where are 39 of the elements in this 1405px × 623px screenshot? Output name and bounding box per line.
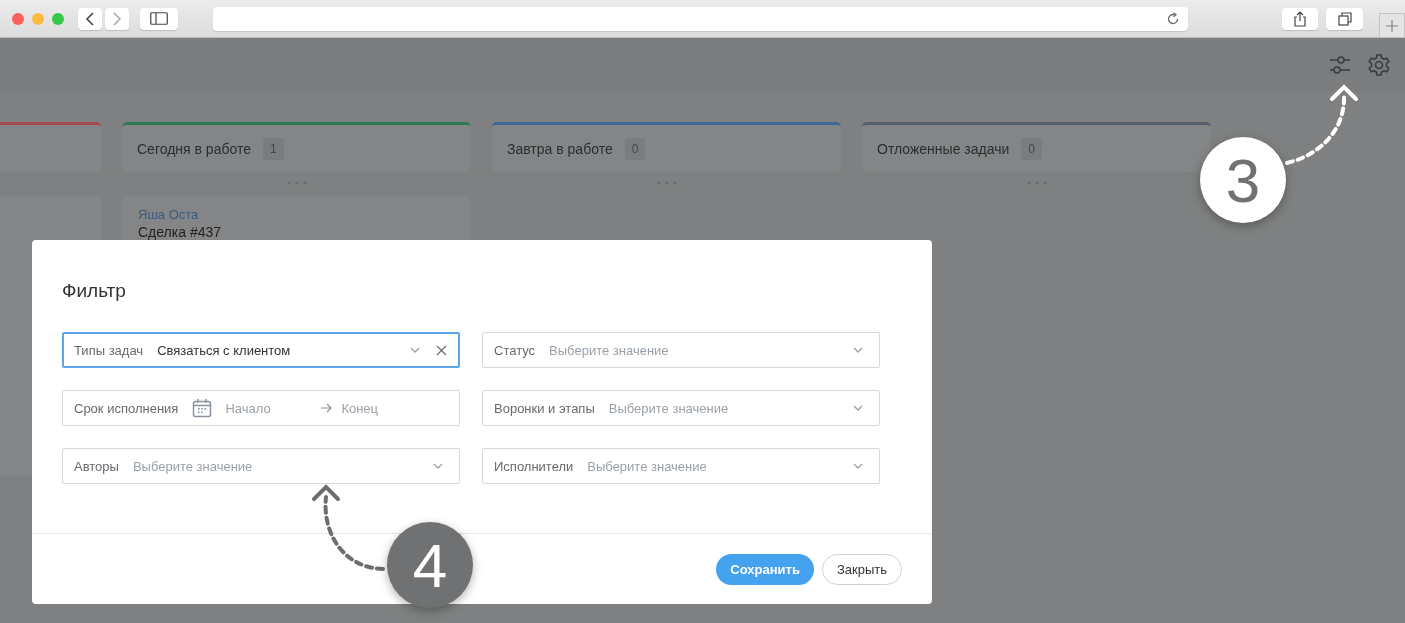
chevron-right-icon	[112, 11, 122, 26]
settings-icon[interactable]	[1367, 53, 1391, 77]
share-button[interactable]	[1281, 7, 1319, 30]
tabs-button[interactable]	[1326, 7, 1364, 30]
dialog-title: Фильтр	[61, 280, 127, 302]
close-button[interactable]: Закрыть	[821, 553, 902, 585]
reload-icon[interactable]	[1165, 11, 1180, 26]
chevron-down-icon[interactable]	[853, 405, 863, 411]
back-button[interactable]	[78, 7, 102, 30]
select-field[interactable]: Воронки и этапы Выберите значение	[482, 390, 880, 426]
step-number-badge: 3	[1200, 137, 1286, 223]
column-title: Отложенные задачи	[877, 140, 1010, 157]
select-field[interactable]: Исполнители Выберите значение	[482, 448, 880, 484]
date-range-field[interactable]: Срок исполнения Начало Конец	[62, 390, 460, 426]
share-icon	[1292, 10, 1307, 27]
chevron-down-icon[interactable]	[853, 463, 863, 469]
zoom-window-icon[interactable]	[52, 12, 64, 25]
address-field[interactable]	[212, 6, 1188, 31]
column-title: Завтра в работе	[507, 140, 613, 157]
minimize-window-icon[interactable]	[32, 12, 44, 25]
filter-sliders-icon[interactable]	[1329, 55, 1351, 75]
select-field[interactable]: Авторы Выберите значение	[62, 448, 460, 484]
select-field[interactable]: Статус Выберите значение	[482, 332, 880, 368]
tabs-icon	[1337, 11, 1352, 26]
select-field[interactable]: Типы задач Связаться с клиентом	[62, 332, 460, 368]
chevron-down-icon[interactable]	[853, 347, 863, 353]
sidebar-button[interactable]	[140, 7, 178, 30]
sidebar-icon	[149, 12, 168, 25]
plus-icon	[1386, 19, 1399, 32]
chevron-down-icon[interactable]	[433, 463, 443, 469]
calendar-icon[interactable]	[192, 398, 213, 418]
column-title: Сегодня в работе	[137, 140, 251, 157]
chevron-down-icon[interactable]	[410, 347, 420, 353]
close-window-icon[interactable]	[12, 12, 24, 25]
new-tab-button[interactable]	[1379, 13, 1405, 37]
clear-icon[interactable]	[436, 344, 447, 356]
deal-title: Сделка #437	[138, 224, 223, 240]
chevron-left-icon	[85, 11, 95, 26]
right-arrow-icon	[321, 403, 333, 413]
